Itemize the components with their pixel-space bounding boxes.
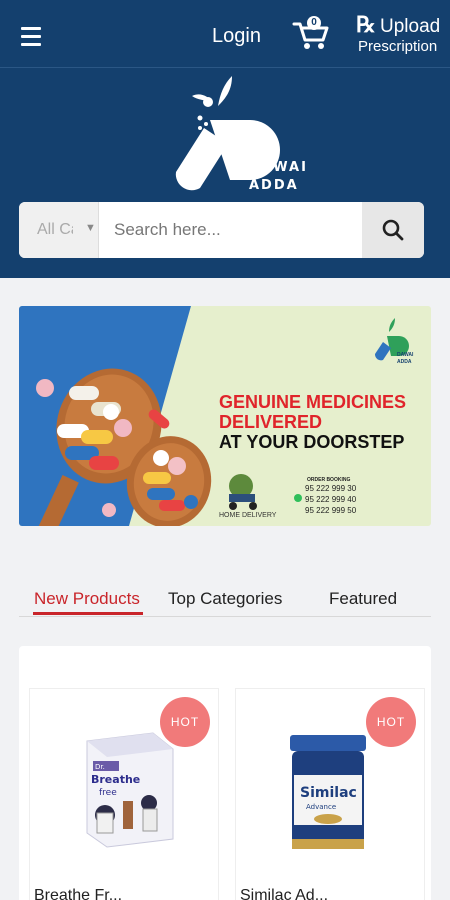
phone-number: 95 222 999 30 [305, 484, 357, 493]
banner-headline-2: DELIVERED [219, 412, 323, 432]
active-tab-indicator [33, 612, 143, 615]
svg-text:Similac: Similac [300, 785, 357, 801]
home-delivery-label: HOME DELIVERY [219, 512, 277, 519]
search-bar: All Ca ▼ [19, 202, 424, 258]
banner-mini-logo-text: DAWAI ADDA [397, 352, 413, 366]
product-image: Similac Advance [290, 735, 366, 849]
banner-mini-logo-1: DAWAI [397, 352, 414, 358]
svg-text:Advance: Advance [306, 803, 336, 811]
phone-number: 95 222 999 40 [305, 495, 357, 504]
hot-badge: HOT [366, 697, 416, 747]
search-input[interactable] [99, 202, 362, 258]
upload-label: Upload [380, 16, 441, 37]
product-card[interactable]: Similac Advance HOT Similac Ad... [235, 688, 425, 900]
logo-wordmark: DAWAI ADDA [249, 159, 308, 195]
logo-word-1: DAWAI [249, 160, 308, 175]
logo-word-2: ADDA [249, 178, 299, 193]
search-icon [382, 219, 404, 241]
app-header: Login 0 ℞ Upload Prescription DAWAI ADDA [0, 0, 450, 278]
banner-headline-1: GENUINE MEDICINES [219, 392, 407, 412]
svg-text:Breathe: Breathe [91, 773, 140, 786]
product-card[interactable]: Dr. Breathe free HOT Breathe Fr... [29, 688, 219, 900]
caret-down-icon: ▼ [85, 222, 96, 234]
category-value: All Ca [37, 221, 73, 238]
cart-button[interactable]: 0 [292, 16, 330, 50]
menu-icon[interactable] [21, 27, 41, 49]
tab-top-categories[interactable]: Top Categories [168, 589, 282, 609]
banner-headline: GENUINE MEDICINES DELIVERED [219, 392, 429, 432]
login-link[interactable]: Login [212, 25, 261, 48]
banner-mini-logo-2: ADDA [397, 359, 412, 365]
product-tabs: New Products Top Categories Featured [19, 585, 431, 617]
rx-icon: ℞ [356, 12, 376, 38]
search-button[interactable] [362, 202, 424, 258]
svg-text:free: free [99, 788, 117, 798]
hot-badge: HOT [160, 697, 210, 747]
promo-banner[interactable]: DAWAI ADDA GENUINE MEDICINES DELIVERED A… [19, 306, 431, 526]
phone-number: 95 222 999 50 [305, 506, 357, 515]
product-name[interactable]: Breathe Fr... [34, 887, 122, 900]
svg-text:Dr.: Dr. [95, 763, 105, 771]
banner-subheadline: AT YOUR DOORSTEP [219, 432, 405, 452]
product-image: Dr. Breathe free [86, 732, 174, 848]
tab-featured[interactable]: Featured [329, 589, 397, 609]
category-select[interactable]: All Ca ▼ [19, 202, 99, 258]
tab-new-products[interactable]: New Products [34, 589, 140, 609]
top-bar: Login 0 ℞ Upload Prescription [0, 0, 450, 68]
order-booking-label: ORDER BOOKING [307, 477, 351, 483]
product-list: Dr. Breathe free HOT Breathe Fr... Simil… [19, 646, 431, 900]
prescription-label: Prescription [358, 38, 438, 55]
cart-count-badge: 0 [307, 16, 321, 30]
product-name[interactable]: Similac Ad... [240, 887, 328, 900]
